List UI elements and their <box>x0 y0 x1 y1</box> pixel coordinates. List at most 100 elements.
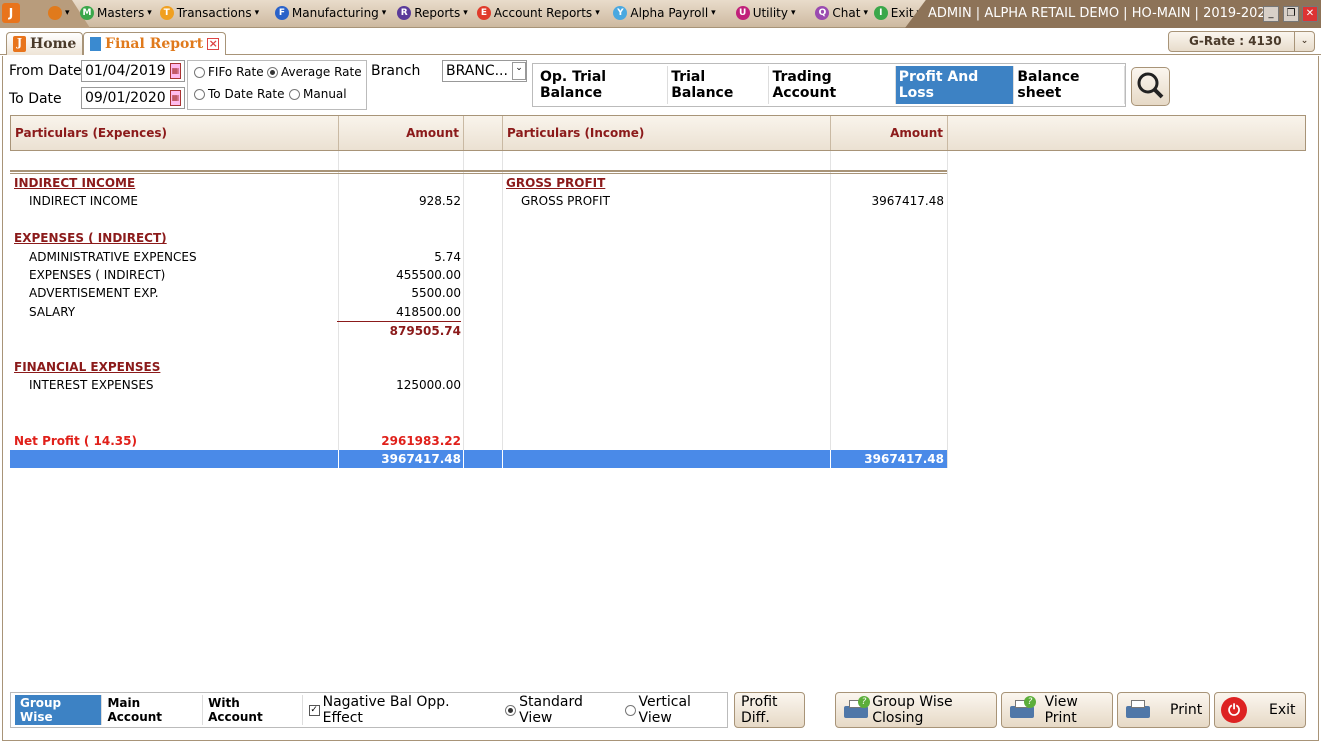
menu-home[interactable]: ▾ <box>48 6 70 20</box>
row-particular: FINANCIAL EXPENSES <box>14 360 161 374</box>
radio-label: To Date Rate <box>208 87 285 101</box>
chevron-down-icon[interactable]: ⌄ <box>1294 32 1314 51</box>
tab-op-trial-balance[interactable]: Op. Trial Balance <box>537 66 669 104</box>
table-row[interactable]: 879505.74 <box>10 321 947 339</box>
header-amount-expences[interactable]: Amount <box>339 116 464 150</box>
table-row[interactable] <box>10 211 947 229</box>
home-icon: J <box>13 36 26 52</box>
branch-label: Branch <box>371 63 421 79</box>
table-row[interactable] <box>10 340 947 358</box>
close-tab-icon[interactable]: × <box>207 38 220 50</box>
table-row[interactable]: ADVERTISEMENT EXP. 5500.00 <box>10 284 947 302</box>
search-button[interactable] <box>1131 67 1170 106</box>
table-row[interactable]: Net Profit ( 14.35) 2961983.22 <box>10 432 947 450</box>
row-amount: 455500.00 <box>396 268 461 282</box>
checkbox-icon: ✓ <box>308 704 320 716</box>
vertical-view-radio[interactable]: Vertical View <box>624 694 727 726</box>
from-date-value: 01/04/2019 <box>85 63 166 79</box>
row-particular: ADMINISTRATIVE EXPENCES <box>29 249 197 264</box>
table-row[interactable] <box>10 395 947 413</box>
to-date-value: 09/01/2020 <box>85 90 166 106</box>
negative-bal-checkbox[interactable]: ✓ Nagative Bal Opp. Effect <box>308 694 492 726</box>
branch-value: BRANC... <box>446 63 508 79</box>
profit-diff-label: Profit Diff. <box>741 694 778 726</box>
chevron-down-icon: ▾ <box>463 8 468 18</box>
table-row[interactable] <box>10 413 947 431</box>
table-row[interactable]: EXPENSES ( INDIRECT) 455500.00 <box>10 266 947 284</box>
radio-icon <box>505 704 517 716</box>
standard-view-radio[interactable]: Standard View <box>505 694 618 726</box>
menu-icon: E <box>476 6 491 20</box>
search-icon <box>1137 72 1164 99</box>
table-row[interactable]: SALARY 418500.00 <box>10 303 947 321</box>
tab-trading-account[interactable]: Trading Account <box>769 66 896 104</box>
row-particular: INDIRECT INCOME <box>29 194 139 209</box>
cell-divider <box>502 450 503 468</box>
table-row[interactable]: INTEREST EXPENSES 125000.00 <box>10 376 947 394</box>
to-date-rate-radio[interactable]: To Date Rate <box>194 87 284 101</box>
header-particulars-expences[interactable]: Particulars (Expences) <box>11 116 339 150</box>
print-button[interactable]: Print <box>1117 692 1210 728</box>
view-print-button[interactable]: ? View Print <box>1001 692 1113 728</box>
tab-profit-and-loss[interactable]: Profit And Loss <box>895 66 1015 104</box>
menu-manufacturing[interactable]: F Manufacturing ▾ <box>274 6 386 20</box>
tab-trial-balance[interactable]: Trial Balance <box>668 66 770 104</box>
restore-button[interactable]: ❐ <box>1283 6 1299 22</box>
chevron-down-icon: ▾ <box>790 8 796 18</box>
branch-dropdown[interactable]: BRANC... ⌄ <box>442 60 527 82</box>
tab-bar: J Home Final Report × <box>0 29 1321 55</box>
report-icon <box>90 37 101 51</box>
header-spacer <box>464 116 503 150</box>
table-row[interactable]: INDIRECT INCOME GROSS PROFIT <box>10 174 947 192</box>
fifo-rate-radio[interactable]: FIFo Rate <box>194 65 264 79</box>
tab-balance-sheet[interactable]: Balance sheet <box>1014 66 1125 104</box>
menu-reports[interactable]: R Reports ▾ <box>397 6 468 20</box>
profit-diff-button[interactable]: Profit Diff. <box>734 692 805 728</box>
manual-radio[interactable]: Manual <box>289 87 347 101</box>
menu-alpha-payroll[interactable]: Y Alpha Payroll ▾ <box>613 6 716 20</box>
row-amount: 125000.00 <box>396 378 461 393</box>
minimize-button[interactable]: _ <box>1263 6 1279 22</box>
menu-chat[interactable]: Q Chat ▾ <box>815 6 868 20</box>
table-row[interactable]: FINANCIAL EXPENSES <box>10 358 947 376</box>
menu-label: Masters <box>97 6 145 20</box>
vertical-view-label: Vertical View <box>638 694 691 726</box>
calendar-icon[interactable]: ▦ <box>169 90 181 106</box>
table-row[interactable]: EXPENSES ( INDIRECT) <box>10 229 947 247</box>
app-logo: J <box>2 3 20 23</box>
row-particular: INDIRECT INCOME <box>14 176 136 190</box>
table-row[interactable]: ADMINISTRATIVE EXPENCES 5.74 <box>10 248 947 266</box>
menu-account-reports[interactable]: E Account Reports ▾ <box>476 6 600 20</box>
row-particular: EXPENSES ( INDIRECT) <box>14 231 167 246</box>
from-date-field[interactable]: 01/04/2019 ▦ <box>81 60 185 82</box>
row-particular: SALARY <box>29 304 76 319</box>
menu-utility[interactable]: U Utility ▾ <box>735 6 796 20</box>
tab-home[interactable]: J Home <box>6 32 84 55</box>
tab-final-report[interactable]: Final Report × <box>83 32 227 55</box>
group-wise-closing-button[interactable]: ? Group Wise Closing <box>835 692 997 728</box>
chevron-down-icon: ▾ <box>863 8 868 18</box>
view-group-wise[interactable]: Group Wise <box>15 695 103 725</box>
row-particular: Net Profit ( 14.35) <box>14 433 137 448</box>
table-row[interactable]: INDIRECT INCOME 928.52 GROSS PROFIT 3967417… <box>10 192 947 210</box>
average-rate-radio[interactable]: Average Rate <box>267 65 362 79</box>
chevron-down-icon: ▾ <box>711 8 716 18</box>
printer-help-icon: ? <box>842 696 870 722</box>
header-amount-income[interactable]: Amount <box>831 116 948 150</box>
g-rate-dropdown[interactable]: G-Rate : 4130 ⌄ <box>1168 31 1315 52</box>
close-button[interactable]: ✕ <box>1302 6 1318 22</box>
menu-transactions[interactable]: T Transactions ▾ <box>159 6 259 20</box>
row-amount-income: 3967417.48 <box>871 194 944 209</box>
menu-icon: M <box>80 6 94 20</box>
view-with-account[interactable]: With Account <box>203 695 303 725</box>
power-icon: ⏻ <box>1221 697 1247 723</box>
to-date-field[interactable]: 09/01/2020 ▦ <box>81 87 185 109</box>
exit-button[interactable]: ⏻ Exit <box>1214 692 1306 728</box>
calendar-icon[interactable]: ▦ <box>169 63 181 79</box>
menu-label: Utility <box>752 6 788 20</box>
view-main-account[interactable]: Main Account <box>102 695 204 725</box>
header-particulars-income[interactable]: Particulars (Income) <box>503 116 831 150</box>
menu-masters[interactable]: M Masters ▾ <box>80 6 152 20</box>
chevron-down-icon[interactable]: ⌄ <box>512 62 526 80</box>
table-row[interactable]: 3967417.48 3967417.48 <box>10 450 947 468</box>
